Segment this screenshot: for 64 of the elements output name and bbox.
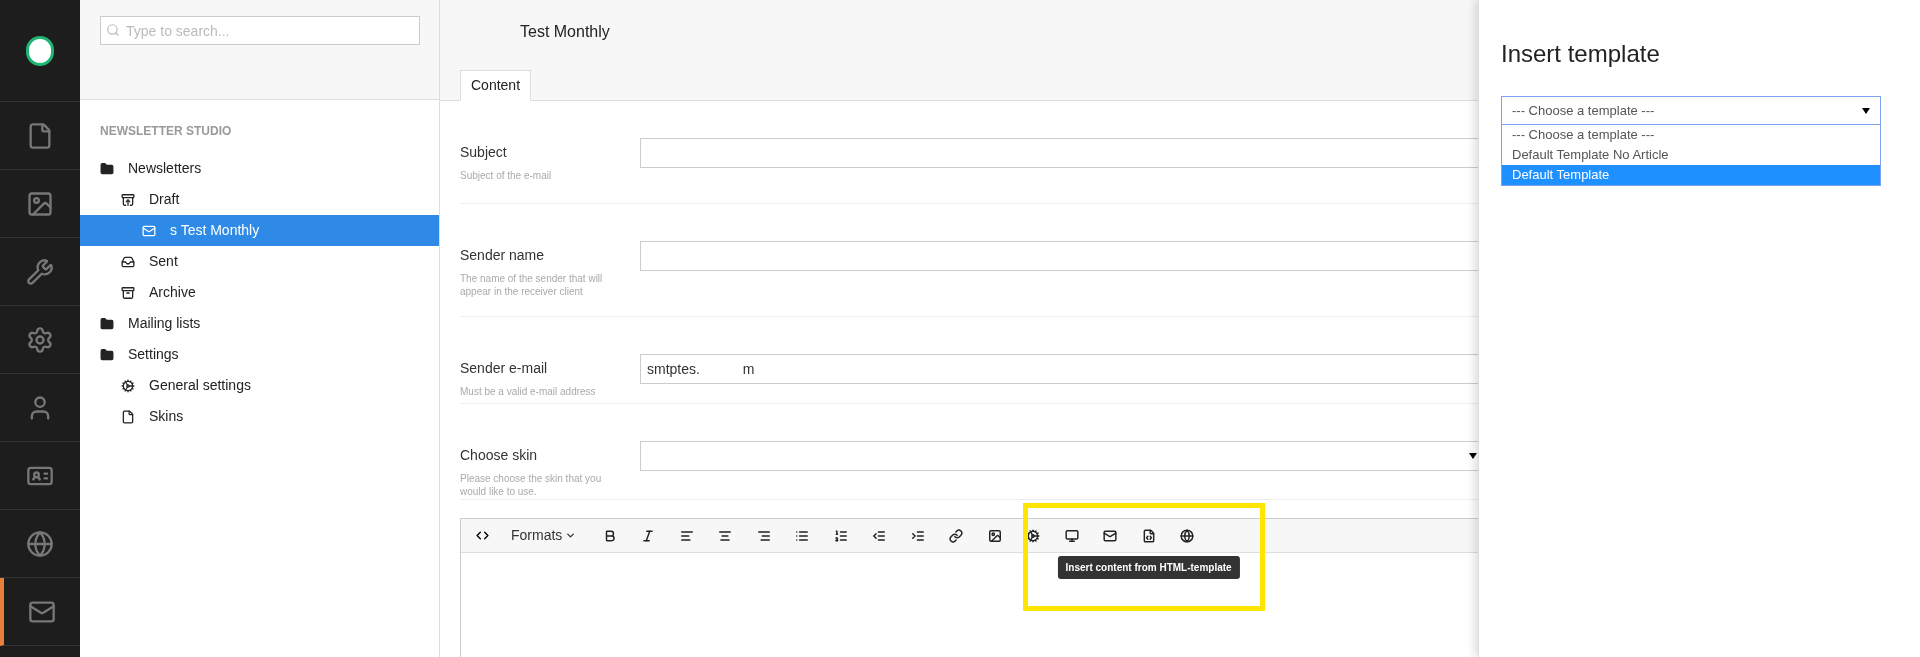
bullet-list-icon bbox=[795, 528, 810, 543]
dropdown-option[interactable]: Default Template No Article bbox=[1502, 145, 1880, 165]
tree-item[interactable]: Sent bbox=[80, 246, 439, 277]
code-icon bbox=[475, 529, 489, 542]
globe-icon bbox=[1180, 528, 1195, 543]
caret-icon bbox=[565, 530, 577, 541]
image-icon bbox=[26, 189, 54, 218]
select-field[interactable] bbox=[640, 441, 1480, 471]
link-icon bbox=[949, 528, 964, 543]
numbered-list-icon bbox=[833, 528, 848, 543]
outdent-icon bbox=[872, 528, 887, 543]
gear-icon bbox=[1026, 528, 1041, 543]
mail-icon bbox=[142, 223, 156, 238]
field-hint: Must be a valid e-mail address bbox=[460, 385, 597, 398]
tree-item[interactable]: Mailing lists bbox=[80, 308, 439, 339]
tab[interactable]: Content bbox=[460, 70, 532, 101]
tree-item[interactable]: Archive bbox=[80, 277, 439, 308]
search-field[interactable]: Type to search... bbox=[100, 16, 420, 45]
tree-item[interactable]: Newsletters bbox=[80, 153, 439, 184]
tree-item[interactable]: Settings bbox=[80, 339, 439, 370]
input-field[interactable] bbox=[640, 138, 1480, 168]
nav-item[interactable] bbox=[0, 578, 80, 646]
tooltip: Insert content from HTML-template bbox=[1057, 555, 1240, 579]
section-title: NEWSLETTER STUDIO bbox=[99, 123, 233, 140]
dropdown-option[interactable]: --- Choose a template --- bbox=[1502, 125, 1880, 145]
tree-item[interactable]: Draft bbox=[80, 184, 439, 215]
settings-icon bbox=[26, 325, 54, 354]
folder-icon bbox=[100, 161, 114, 176]
mail-icon bbox=[1103, 528, 1118, 543]
template-icon bbox=[1141, 528, 1156, 543]
italic-icon bbox=[641, 528, 656, 543]
inbox-icon bbox=[121, 254, 135, 269]
search-icon bbox=[106, 23, 120, 37]
inbox-upload-icon bbox=[121, 192, 135, 207]
wrench-icon bbox=[26, 257, 54, 286]
logo-icon[interactable] bbox=[26, 35, 54, 66]
field-hint: Please choose the skin that you would like to use. bbox=[460, 472, 603, 498]
globe-icon bbox=[26, 529, 54, 558]
tree-item[interactable]: s Test Monthly bbox=[80, 215, 439, 246]
archive-icon bbox=[121, 285, 135, 300]
image-icon bbox=[987, 528, 1002, 543]
field-label: Sender name bbox=[460, 246, 546, 265]
folder-icon bbox=[100, 316, 114, 331]
field-label: Subject bbox=[460, 143, 508, 162]
panel-title: Insert template bbox=[1501, 39, 1661, 69]
field-label: Choose skin bbox=[460, 446, 539, 465]
caret-icon bbox=[1862, 107, 1870, 114]
field-hint: The name of the sender that will appear in the receiver client bbox=[460, 272, 604, 298]
align-left-icon bbox=[679, 528, 694, 543]
monitor-icon bbox=[1064, 528, 1079, 543]
field-label: Sender e-mail bbox=[460, 359, 549, 378]
field-hint: Subject of the e-mail bbox=[460, 169, 553, 182]
document-icon bbox=[121, 409, 135, 424]
indent-icon bbox=[910, 528, 925, 543]
align-center-icon bbox=[718, 528, 733, 543]
formats-dropdown[interactable]: Formats bbox=[501, 520, 587, 551]
tree-item[interactable]: General settings bbox=[80, 370, 439, 401]
input-field[interactable]: smtptes. m bbox=[640, 354, 1480, 384]
folder-icon bbox=[100, 347, 114, 362]
input-field[interactable] bbox=[640, 241, 1480, 271]
tree-item[interactable]: Skins bbox=[80, 401, 439, 432]
page-title: Test Monthly bbox=[519, 22, 611, 42]
align-right-icon bbox=[756, 528, 771, 543]
gear-icon bbox=[121, 378, 135, 393]
